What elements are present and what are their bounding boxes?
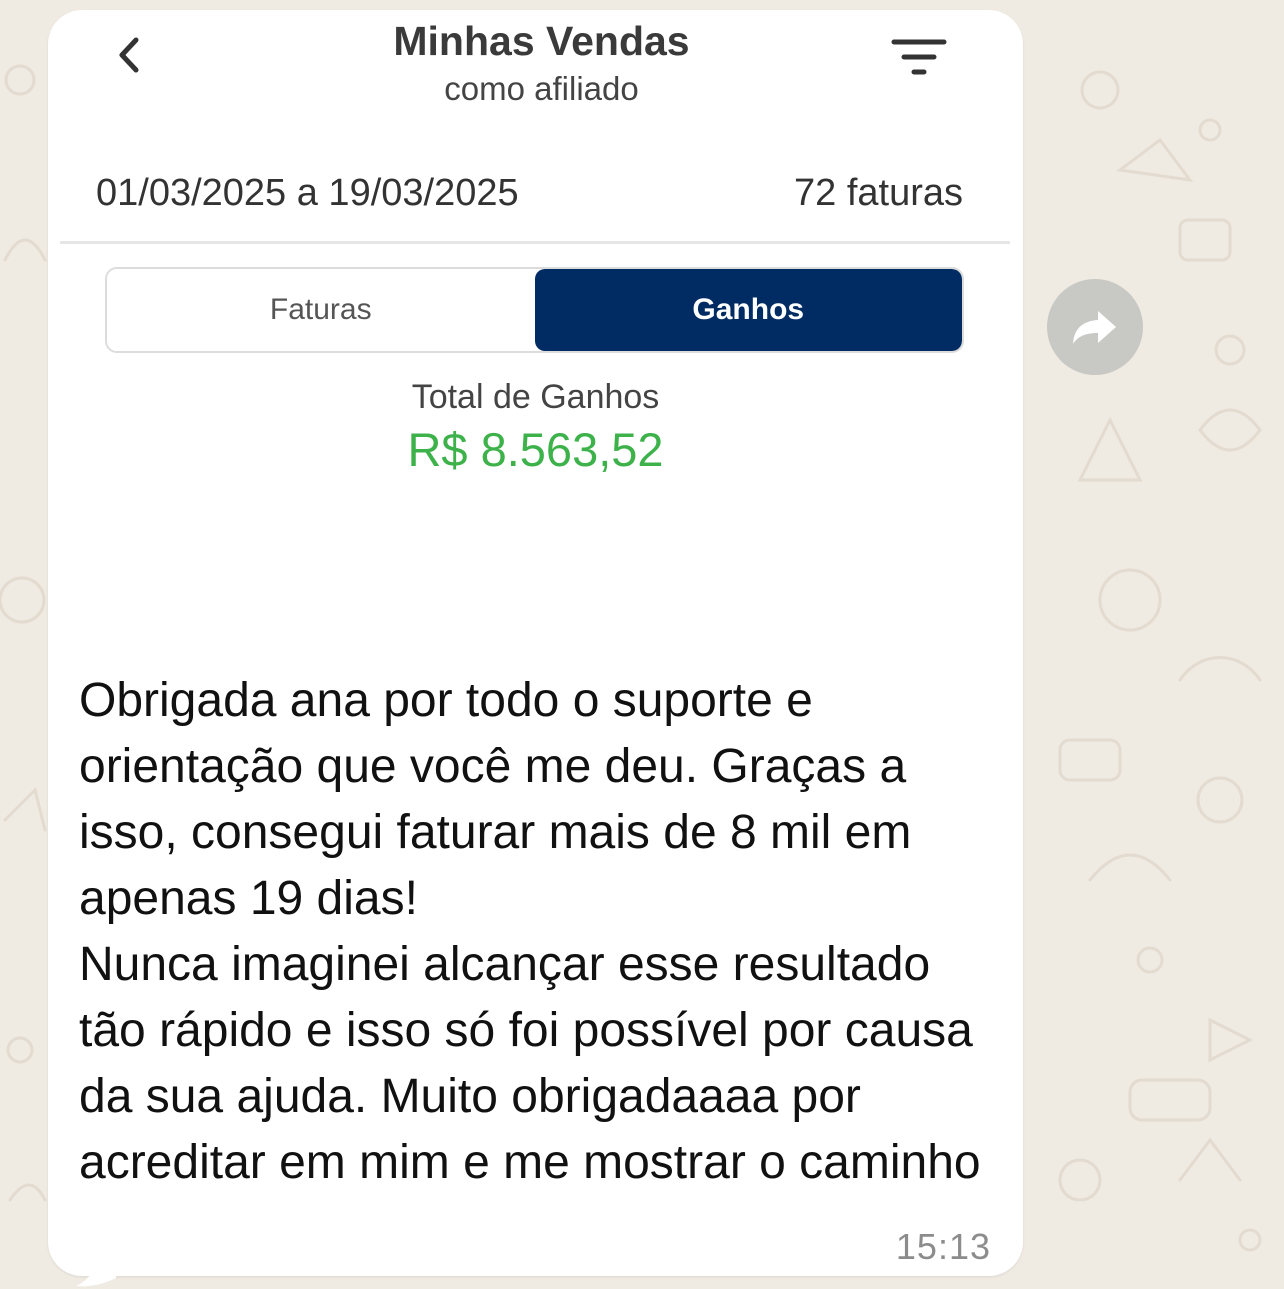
forward-button[interactable] bbox=[1047, 279, 1143, 375]
page-title: Minhas Vendas bbox=[393, 18, 690, 64]
filter-icon bbox=[891, 39, 947, 75]
message-timestamp: 15:13 bbox=[895, 1226, 991, 1267]
total-earnings-label: Total de Ganhos bbox=[411, 378, 660, 416]
message-text: Obrigada ana por todo o suporte e orient… bbox=[79, 674, 981, 1189]
segmented-control: Faturas Ganhos bbox=[105, 267, 964, 353]
divider bbox=[60, 241, 1010, 244]
forward-arrow-icon bbox=[1073, 311, 1116, 344]
bubble-tail bbox=[76, 1248, 116, 1287]
total-earnings-value: R$ 8.563,52 bbox=[407, 423, 664, 476]
message-bubble[interactable]: Minhas Vendas como afiliado 01/03/2025 a… bbox=[48, 10, 1023, 1287]
page-subtitle: como afiliado bbox=[444, 70, 639, 107]
date-range: 01/03/2025 a 19/03/2025 bbox=[96, 172, 519, 214]
invoice-count: 72 faturas bbox=[794, 172, 963, 214]
attached-screenshot[interactable]: Minhas Vendas como afiliado 01/03/2025 a… bbox=[48, 10, 1023, 630]
tab-faturas[interactable]: Faturas bbox=[107, 269, 535, 351]
tab-ganhos[interactable]: Ganhos bbox=[534, 269, 962, 351]
